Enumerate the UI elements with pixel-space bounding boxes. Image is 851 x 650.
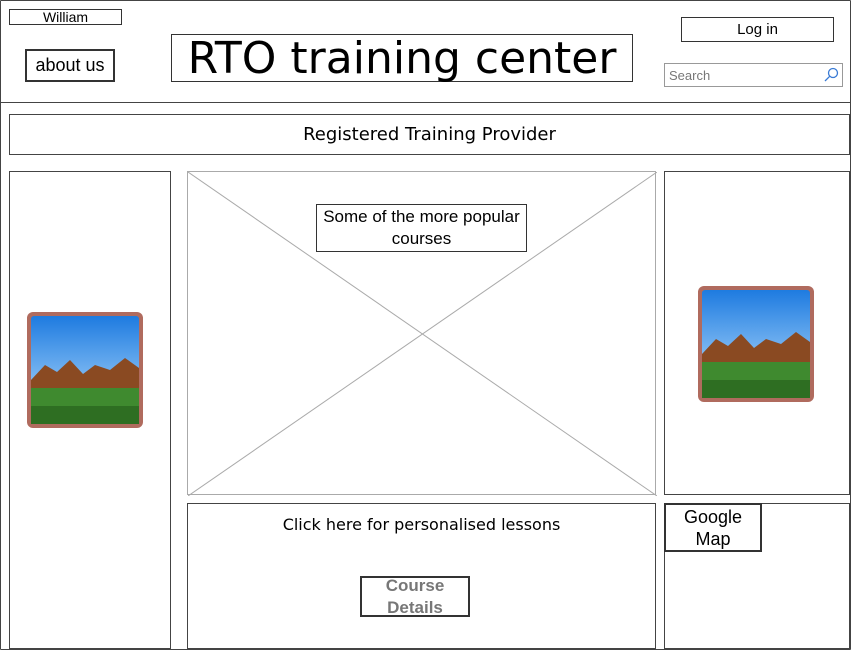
right-column	[664, 171, 850, 495]
search-input[interactable]	[667, 66, 821, 84]
about-us-button[interactable]: about us	[25, 49, 115, 82]
google-map-button[interactable]: Google Map	[664, 503, 762, 552]
landscape-image-icon	[698, 286, 814, 402]
left-column	[9, 171, 171, 649]
search-field[interactable]	[664, 63, 843, 87]
page-title: RTO training center	[171, 33, 633, 84]
personalised-lessons-link[interactable]: Click here for personalised lessons	[187, 515, 656, 534]
search-icon[interactable]	[823, 67, 839, 83]
course-details-button[interactable]: Course Details	[360, 576, 470, 617]
header-divider	[0, 102, 851, 103]
landscape-image-icon	[27, 312, 143, 428]
login-button[interactable]: Log in	[681, 17, 834, 42]
user-name: William	[9, 9, 122, 25]
banner: Registered Training Provider	[9, 114, 850, 155]
popular-courses-label: Some of the more popular courses	[316, 204, 527, 252]
